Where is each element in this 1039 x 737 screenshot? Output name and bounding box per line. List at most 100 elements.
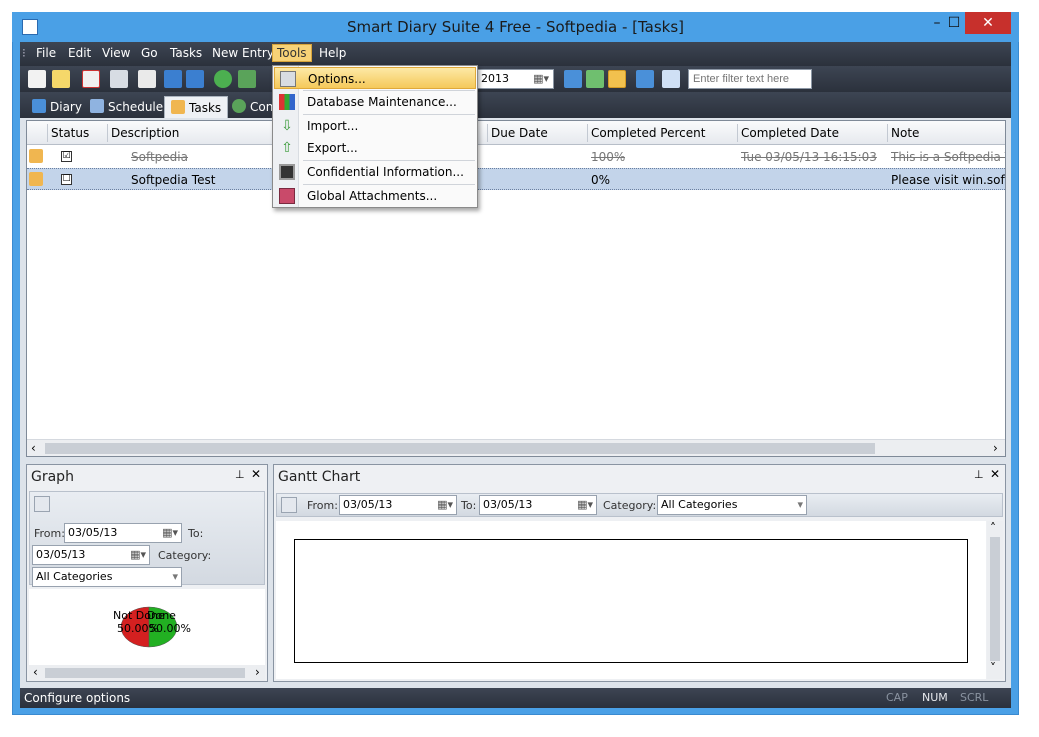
gantt-settings-icon[interactable] (281, 497, 297, 513)
menu-help[interactable]: Help (319, 46, 346, 60)
refresh-icon[interactable] (238, 70, 256, 88)
graph-from-date[interactable]: 03/05/13 ▦▾ (64, 523, 182, 543)
new-icon[interactable] (28, 70, 46, 88)
column-separator[interactable] (887, 124, 888, 142)
column-separator[interactable] (737, 124, 738, 142)
calendar-dropdown-icon[interactable]: ▦▾ (130, 548, 146, 561)
delete-icon[interactable] (82, 70, 100, 88)
toolbar: 2013 ▦▾ (20, 66, 1011, 92)
column-status[interactable]: Status (51, 126, 89, 140)
menu-tools[interactable]: Tools (272, 44, 312, 62)
scroll-thumb[interactable] (45, 668, 245, 678)
gantt-to-label: To: (461, 499, 477, 512)
status-checkbox[interactable]: ☑ (61, 151, 72, 162)
pin-icon[interactable]: ⊥ (974, 468, 984, 481)
column-separator[interactable] (47, 124, 48, 142)
sync-icon[interactable] (214, 70, 232, 88)
column-due-date[interactable]: Due Date (491, 126, 548, 140)
scroll-thumb[interactable] (990, 537, 1000, 661)
graph-settings-icon[interactable] (34, 496, 50, 512)
tab-schedule[interactable]: Schedule (84, 96, 169, 118)
menu-file[interactable]: File (36, 46, 56, 60)
graph-to-date[interactable]: 03/05/13 ▦▾ (32, 545, 150, 565)
menu-new-entry[interactable]: New Entry (212, 46, 274, 60)
percent-cell: 0% (591, 173, 611, 187)
tab-schedule-label: Schedule (108, 100, 164, 114)
graph-horizontal-scrollbar[interactable]: ‹ › (29, 665, 265, 681)
client-area: ⁝ File Edit View Go Tasks New Entry Tool… (20, 42, 1011, 708)
column-description[interactable]: Description (111, 126, 179, 140)
menu-item-options[interactable]: Options... (274, 67, 476, 89)
scroll-left-icon[interactable]: ‹ (31, 441, 36, 455)
graph-to-value: 03/05/13 (36, 548, 86, 561)
scroll-right-icon[interactable]: › (993, 441, 998, 455)
database-chart-icon (279, 94, 295, 110)
table-row[interactable]: ☐ Softpedia Test 0% Please visit win.sof… (27, 168, 1005, 190)
gantt-to-date[interactable]: 03/05/13 ▦▾ (479, 495, 597, 515)
grid-horizontal-scrollbar[interactable]: ‹ › (27, 439, 1005, 456)
next-icon[interactable] (608, 70, 626, 88)
menu-go[interactable]: Go (141, 46, 158, 60)
scroll-left-icon[interactable]: ‹ (33, 665, 38, 679)
menu-item-export[interactable]: ⇧ Export... (274, 137, 476, 159)
column-separator[interactable] (587, 124, 588, 142)
tools-dropdown-menu: Options... Database Maintenance... ⇩ Imp… (272, 65, 478, 208)
menu-tasks[interactable]: Tasks (170, 46, 202, 60)
prev-icon[interactable] (586, 70, 604, 88)
column-separator[interactable] (487, 124, 488, 142)
column-completed-percent[interactable]: Completed Percent (591, 126, 705, 140)
calendar-dropdown-icon[interactable]: ▦▾ (533, 72, 549, 85)
column-separator[interactable] (107, 124, 108, 142)
chevron-down-icon[interactable]: ▾ (797, 498, 803, 511)
scroll-up-icon[interactable]: ˄ (990, 521, 996, 535)
description-cell: Softpedia (131, 150, 188, 164)
menu-edit[interactable]: Edit (68, 46, 91, 60)
scroll-thumb[interactable] (45, 443, 875, 454)
title-bar[interactable]: Smart Diary Suite 4 Free - Softpedia - [… (12, 12, 1019, 42)
collapse-icon[interactable] (164, 70, 182, 88)
table-icon[interactable] (636, 70, 654, 88)
calendar-dropdown-icon[interactable]: ▦▾ (577, 498, 593, 511)
menu-item-global-attachments[interactable]: Global Attachments... (274, 185, 476, 207)
close-icon[interactable]: ✕ (251, 467, 261, 481)
menu-item-confidential-information[interactable]: Confidential Information... (274, 161, 476, 183)
column-note[interactable]: Note (891, 126, 919, 140)
table-row[interactable]: ☑ Softpedia 100% Tue 03/05/13 16:15:03 T… (27, 146, 1005, 168)
tab-tasks[interactable]: Tasks (164, 96, 229, 118)
gantt-vertical-scrollbar[interactable]: ˄ ˅ (987, 521, 1003, 679)
menu-item-database-maintenance[interactable]: Database Maintenance... (274, 91, 476, 113)
scroll-down-icon[interactable]: ˅ (990, 661, 996, 675)
status-checkbox[interactable]: ☐ (61, 174, 72, 185)
arrow-down-icon: ⇩ (281, 118, 293, 134)
tab-diary[interactable]: Diary (26, 96, 88, 118)
page-icon[interactable] (138, 70, 156, 88)
gantt-from-date[interactable]: 03/05/13 ▦▾ (339, 495, 457, 515)
tab-contacts-label: Con (250, 100, 274, 114)
print-icon[interactable] (110, 70, 128, 88)
menu-bar: ⁝ File Edit View Go Tasks New Entry Tool… (20, 42, 1011, 66)
calendar-dropdown-icon[interactable]: ▦▾ (162, 526, 178, 539)
calendar-dropdown-icon[interactable]: ▦▾ (437, 498, 453, 511)
close-icon[interactable]: ✕ (990, 467, 1000, 481)
graph-category-value: All Categories (36, 570, 113, 583)
graph-category-select[interactable]: All Categories ▾ (32, 567, 182, 587)
date-picker[interactable]: 2013 ▦▾ (476, 69, 554, 89)
scroll-right-icon[interactable]: › (255, 665, 260, 679)
graph-filters: From: 03/05/13 ▦▾ To: 03/05/13 ▦▾ Catego… (29, 491, 265, 587)
gantt-category-value: All Categories (661, 498, 738, 511)
filter-input[interactable] (688, 69, 812, 89)
menu-item-import[interactable]: ⇩ Import... (274, 115, 476, 137)
expand-icon[interactable] (186, 70, 204, 88)
menu-view[interactable]: View (102, 46, 130, 60)
close-button[interactable]: ✕ (965, 12, 1011, 34)
pin-icon[interactable]: ⊥ (235, 468, 245, 481)
check-icon[interactable] (662, 70, 680, 88)
edit-icon[interactable] (52, 70, 70, 88)
chevron-down-icon[interactable]: ▾ (172, 570, 178, 583)
note-cell: This is a Softpedia Tes (891, 150, 1005, 164)
gantt-category-select[interactable]: All Categories ▾ (657, 495, 807, 515)
column-completed-date[interactable]: Completed Date (741, 126, 839, 140)
grid-view-icon[interactable] (564, 70, 582, 88)
description-cell: Softpedia Test (131, 173, 216, 187)
completed-date-cell: Tue 03/05/13 16:15:03 (741, 150, 877, 164)
